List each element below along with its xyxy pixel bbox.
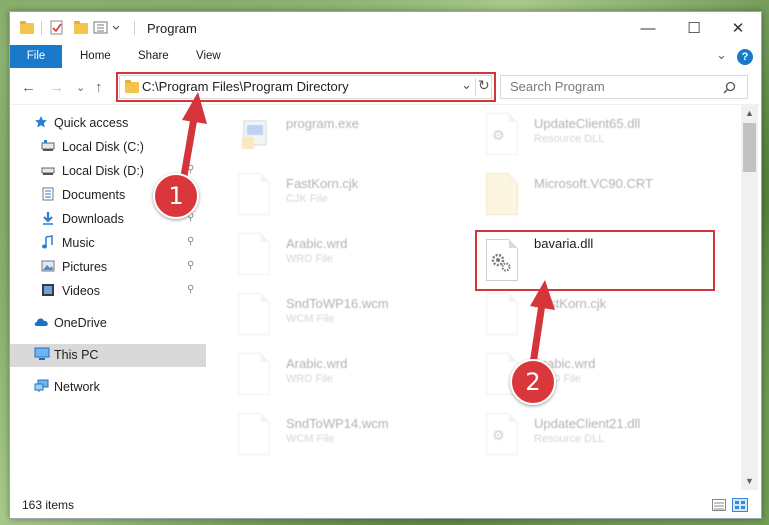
annotation-arrows bbox=[179, 92, 555, 368]
file-explorer-window: Program — ☐ ✕ File Home Share View ⌄ ? ←… bbox=[9, 11, 762, 519]
step-badge-2: 2 bbox=[510, 359, 556, 405]
arrow-2 bbox=[529, 280, 555, 368]
step-badge-1: 1 bbox=[153, 173, 199, 219]
arrow-1 bbox=[179, 92, 207, 186]
